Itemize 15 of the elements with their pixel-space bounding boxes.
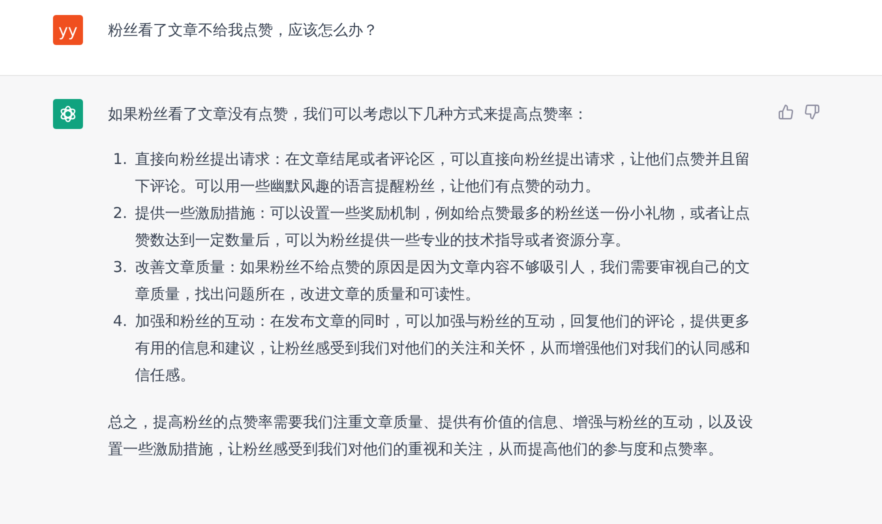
list-item-text: 直接向粉丝提出请求：在文章结尾或者评论区，可以直接向粉丝提出请求，让他们点赞并且留下评论。可以用一些幽默风趣的语言提醒粉丝，让他们有点赞的动力。 — [135, 149, 751, 197]
thumbs-up-icon[interactable] — [778, 104, 794, 120]
logo-icon — [58, 104, 78, 124]
list-item-text: 加强和粉丝的互动：在发布文章的同时，可以加强与粉丝的互动，回复他们的评论，提供更多有用的信息和建议，让粉丝感受到我们对他们的关注和关怀，从而增强他们对我们的认同感和信任感。 — [135, 311, 751, 386]
message-text: 总之，提高粉丝的点赞率需要我们注重文章质量、提供有价值的信息、增强与粉丝的互动，以及设置一些激励措施，让粉丝感受到我们对他们的重视和关注，从而提高他们的参与度和点赞率。 — [108, 412, 754, 460]
list-item-text: 提供一些激励措施：可以设置一些奖励机制，例如给点赞最多的粉丝送一份小礼物，或者让点赞数达到一定数量后，可以为粉丝提供一些专业的技术指导或者资源分享。 — [135, 203, 751, 251]
list-number: 4. — [113, 311, 128, 332]
list-number: 3. — [113, 257, 128, 278]
list-number: 2. — [113, 203, 128, 224]
thumbs-down-icon[interactable] — [804, 104, 820, 120]
list-item-text: 改善文章质量：如果粉丝不给点赞的原因是因为文章内容不够吸引人，我们需要审视自己的文章质量，找出问题所在，改进文章的质量和可读性。 — [135, 257, 751, 305]
message-text: 如果粉丝看了文章没有点赞，我们可以考虑以下几种方式来提高点赞率： — [108, 104, 589, 125]
message-text: 粉丝看了文章不给我点赞，应该怎么办？ — [108, 20, 379, 41]
user-avatar: yy — [53, 15, 83, 45]
list-number: 1. — [113, 149, 128, 170]
